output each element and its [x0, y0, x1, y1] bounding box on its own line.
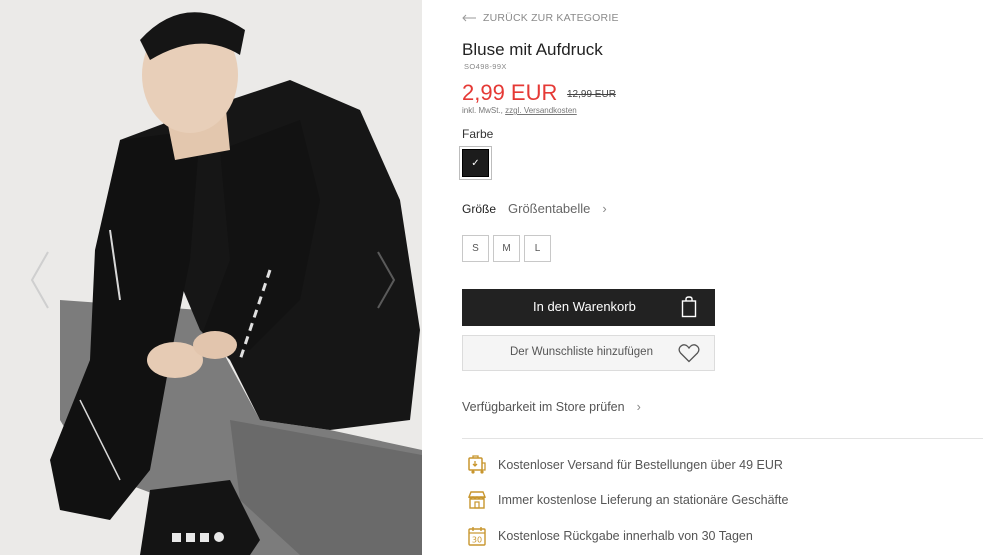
- calendar-30-icon: 30: [468, 527, 486, 546]
- gallery-dot-active[interactable]: [214, 532, 224, 542]
- store-availability-label: Verfügbarkeit im Store prüfen: [462, 400, 625, 414]
- back-to-category-label: ZURÜCK ZUR KATEGORIE: [483, 12, 619, 24]
- size-options: S M L: [462, 235, 551, 262]
- section-divider: [462, 438, 983, 439]
- truck-icon: [468, 455, 486, 474]
- feature-text: Kostenloser Versand für Bestellungen übe…: [498, 458, 783, 472]
- calendar-number: 30: [472, 536, 482, 545]
- check-icon: ✓: [471, 157, 480, 169]
- add-to-cart-label: In den Warenkorb: [533, 299, 636, 314]
- gallery-prev-arrow-icon[interactable]: [28, 248, 52, 312]
- product-sku: SO498-99X: [464, 62, 507, 71]
- back-to-category-link[interactable]: ZURÜCK ZUR KATEGORIE: [462, 12, 619, 24]
- chevron-right-icon: ›: [636, 400, 641, 414]
- product-title: Bluse mit Aufdruck: [462, 40, 603, 59]
- tax-note: inkl. MwSt., zzgl. Versandkosten: [462, 106, 577, 115]
- feature-free-returns: 30 Kostenlose Rückgabe innerhalb von 30 …: [467, 526, 753, 546]
- add-to-cart-button[interactable]: In den Warenkorb: [462, 289, 715, 326]
- gallery-dot[interactable]: [172, 532, 181, 542]
- size-chart-link[interactable]: Größentabelle ›: [508, 201, 607, 216]
- product-old-price: 12,99 EUR: [567, 89, 616, 100]
- size-option-s[interactable]: S: [462, 235, 489, 262]
- gallery-dot[interactable]: [186, 532, 195, 542]
- heart-icon: [678, 344, 700, 363]
- size-row: Größe Größentabelle ›: [462, 201, 607, 216]
- feature-store-delivery: Immer kostenlose Lieferung an stationäre…: [467, 490, 788, 510]
- shopping-bag-icon: [681, 296, 697, 318]
- add-to-wishlist-button[interactable]: Der Wunschliste hinzufügen: [462, 335, 715, 371]
- product-image-gallery[interactable]: [0, 0, 422, 555]
- color-swatch-black[interactable]: ✓: [459, 146, 492, 180]
- size-option-l[interactable]: L: [524, 235, 551, 262]
- shipping-costs-link[interactable]: zzgl. Versandkosten: [505, 106, 577, 115]
- size-label: Größe: [462, 201, 497, 216]
- size-option-m[interactable]: M: [493, 235, 520, 262]
- check-store-availability-link[interactable]: Verfügbarkeit im Store prüfen ›: [462, 400, 641, 414]
- chevron-right-icon: ›: [602, 201, 607, 216]
- gallery-dot[interactable]: [200, 532, 209, 542]
- size-chart-label: Größentabelle: [508, 201, 591, 216]
- product-photo: [0, 0, 422, 555]
- gallery-next-arrow-icon[interactable]: [374, 248, 398, 312]
- color-label: Farbe: [462, 127, 494, 141]
- product-details-panel: ZURÜCK ZUR KATEGORIE Bluse mit Aufdruck …: [459, 0, 983, 555]
- store-icon: [467, 491, 487, 509]
- feature-free-shipping: Kostenloser Versand für Bestellungen übe…: [467, 455, 783, 475]
- arrow-left-icon: [462, 14, 476, 22]
- tax-prefix: inkl. MwSt.,: [462, 106, 503, 115]
- feature-text: Immer kostenlose Lieferung an stationäre…: [498, 493, 789, 507]
- add-to-wishlist-label: Der Wunschliste hinzufügen: [510, 346, 653, 358]
- gallery-pagination: [172, 532, 224, 542]
- feature-text: Kostenlose Rückgabe innerhalb von 30 Tag…: [498, 529, 753, 543]
- product-price: 2,99 EUR: [462, 80, 558, 105]
